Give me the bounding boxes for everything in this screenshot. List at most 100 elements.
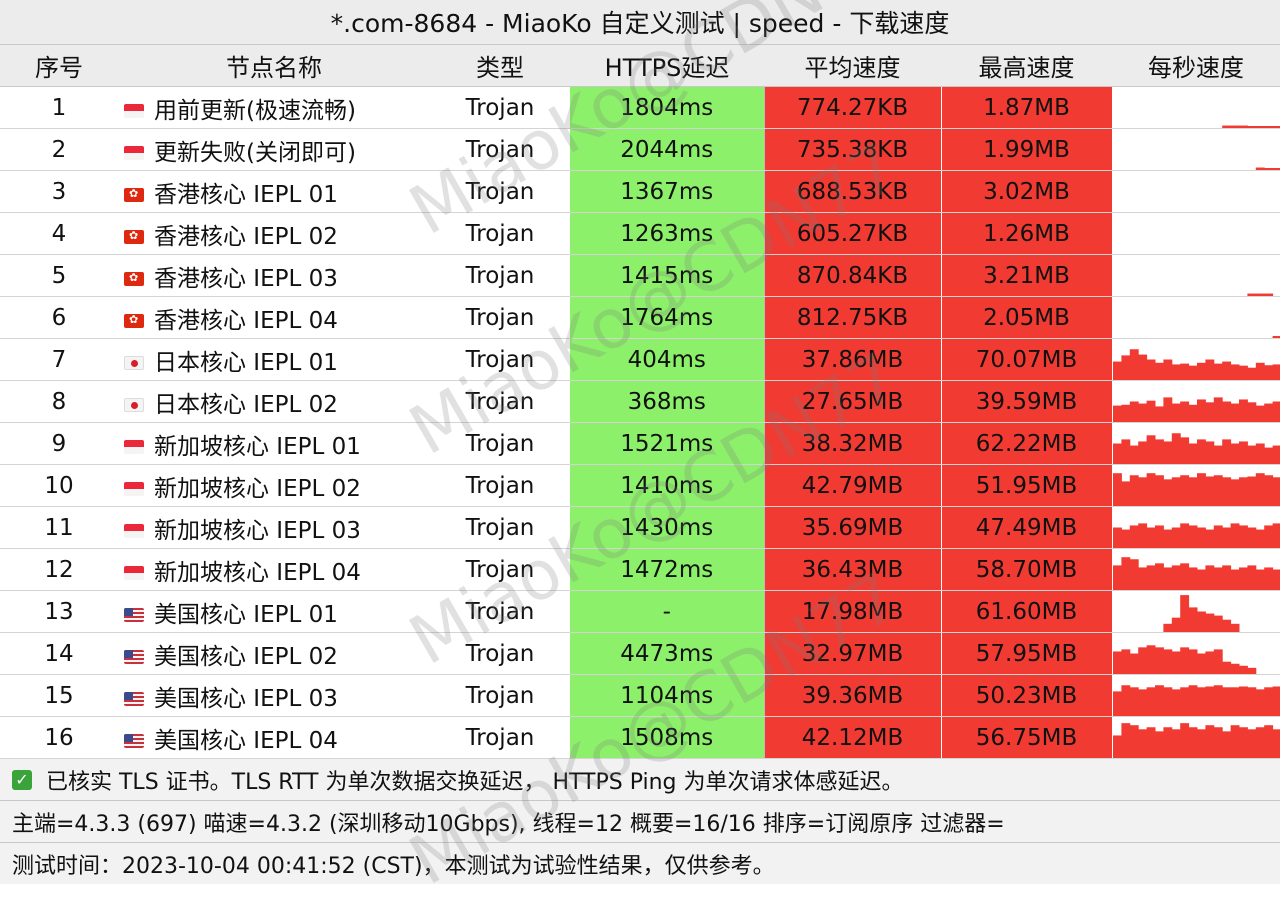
speed-bar [1272,446,1280,464]
node-name: 新加坡核心 IEPL 03 [154,518,361,544]
avg-speed: 17.98MB [764,591,941,633]
node-name: 香港核心 IEPL 02 [154,224,338,250]
speed-bar [1188,366,1197,380]
speed-bar [1113,362,1122,380]
node-name-cell: 香港核心 IEPL 04 [118,297,430,339]
speed-bar [1222,528,1231,549]
speed-bar [1264,475,1273,506]
speed-bar [1180,647,1189,674]
speed-bar [1121,530,1130,548]
speed-bar [1239,399,1248,422]
speed-bar [1121,481,1130,506]
hk-flag-icon [124,230,144,244]
us-flag-icon [124,650,144,664]
speed-bar [1188,607,1197,632]
speed-bar [1163,397,1172,422]
speed-bar [1129,654,1138,675]
https-latency: 1263ms [570,213,764,255]
speed-bar [1239,366,1248,380]
speed-bar [1188,444,1197,465]
speed-bar [1264,725,1273,758]
speed-bar [1264,404,1273,422]
speed-bar [1205,686,1214,716]
speed-bar [1138,404,1147,422]
speed-bar [1121,723,1130,758]
https-latency: 368ms [570,381,764,423]
speed-bar [1205,360,1214,381]
speed-sparkline-cell [1112,339,1280,381]
speed-bar [1129,475,1138,506]
speed-bar [1255,444,1264,465]
avg-speed: 774.27KB [764,87,941,129]
speed-sparkline [1113,339,1280,380]
node-name-cell: 香港核心 IEPL 01 [118,171,430,213]
speed-bar [1205,530,1214,548]
speed-bar [1138,567,1147,590]
speed-bar [1272,729,1280,758]
avg-speed: 39.36MB [764,675,941,717]
speed-bar [1230,664,1239,674]
col-header-max-speed: 最高速度 [941,45,1112,87]
speed-bar [1264,168,1273,170]
speed-bar [1205,614,1214,632]
speed-bar [1222,565,1231,590]
node-type: Trojan [430,87,570,129]
max-speed: 57.95MB [941,633,1112,675]
node-type: Trojan [430,591,570,633]
speed-bar [1264,294,1273,296]
max-speed: 1.99MB [941,129,1112,171]
speed-bar [1213,525,1222,548]
max-speed: 1.26MB [941,213,1112,255]
node-name-cell: 新加坡核心 IEPL 02 [118,465,430,507]
node-type: Trojan [430,129,570,171]
speed-bar [1171,618,1180,632]
https-latency: - [570,591,764,633]
avg-speed: 35.69MB [764,507,941,549]
speed-sparkline-cell [1112,381,1280,423]
speed-bar [1205,476,1214,506]
avg-speed: 32.97MB [764,633,941,675]
speed-bar [1230,479,1239,506]
speed-sparkline-cell [1112,717,1280,759]
speed-bar [1213,727,1222,758]
table-row: 2更新失败(关闭即可)Trojan2044ms735.38KB1.99MB [0,129,1280,171]
speed-bar [1113,651,1122,674]
speed-bar [1113,691,1122,716]
node-name: 用前更新(极速流畅) [154,98,356,124]
speed-bar [1171,404,1180,422]
speed-bar [1247,368,1256,380]
node-name-cell: 新加坡核心 IEPL 01 [118,423,430,465]
avg-speed: 688.53KB [764,171,941,213]
speed-bar [1121,557,1130,590]
speed-bar [1129,559,1138,590]
speed-bar [1197,363,1206,380]
speed-bar [1171,364,1180,380]
speed-bar [1138,729,1147,758]
speed-bar [1146,401,1155,422]
speed-bar [1180,687,1189,716]
node-name: 香港核心 IEPL 04 [154,308,338,334]
max-speed: 3.02MB [941,171,1112,213]
sg-flag-icon [124,440,144,454]
speed-bar [1272,126,1280,128]
speed-sparkline [1113,171,1280,212]
speed-bar [1213,616,1222,632]
row-index: 13 [0,591,118,633]
col-header-index: 序号 [0,45,118,87]
speed-bar [1121,439,1130,464]
col-header-per-second-speed: 每秒速度 [1112,45,1280,87]
speed-bar [1138,441,1147,464]
avg-speed: 870.84KB [764,255,941,297]
speed-bar [1247,402,1256,422]
sg-flag-icon [124,524,144,538]
speed-bar [1222,731,1231,758]
speed-bar [1264,448,1273,464]
sg-flag-icon [124,482,144,496]
node-name: 新加坡核心 IEPL 04 [154,560,361,586]
speed-bar [1230,523,1239,548]
speed-bar [1188,405,1197,422]
max-speed: 3.21MB [941,255,1112,297]
speed-bar [1180,595,1189,632]
speed-bar [1239,477,1248,506]
speed-bar [1239,686,1248,716]
